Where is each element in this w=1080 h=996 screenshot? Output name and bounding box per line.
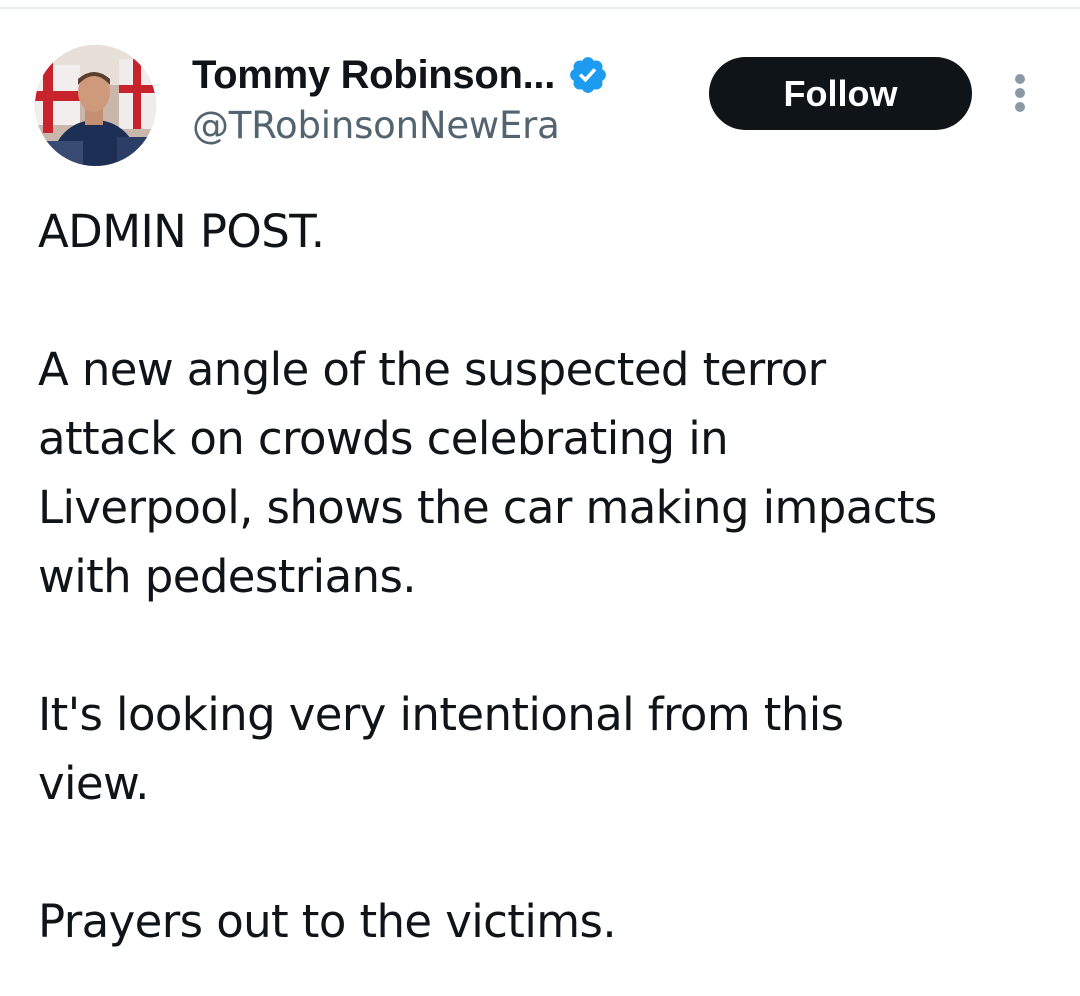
author-info: Tommy Robinson... @TRobinsonNewEra [192,50,609,147]
tweet-paragraph: A new angle of the suspected terror atta… [38,343,937,603]
tweet-paragraph: It's looking very intentional from this … [38,688,844,810]
tweet-paragraph: Prayers out to the victims. [38,895,617,948]
tweet-paragraph: ADMIN POST. [38,205,325,258]
avatar[interactable] [35,45,156,166]
user-handle[interactable]: @TRobinsonNewEra [192,104,609,147]
display-name[interactable]: Tommy Robinson... [192,53,555,98]
more-vertical-icon[interactable] [1006,72,1034,114]
tweet-text: ADMIN POST. A new angle of the suspected… [38,197,1068,956]
name-row: Tommy Robinson... [192,50,609,100]
verified-badge-icon [567,54,609,96]
follow-button[interactable]: Follow [709,57,972,130]
tweet-card: Tommy Robinson... @TRobinsonNewEra Follo… [0,0,1080,996]
avatar-photo [35,45,156,166]
